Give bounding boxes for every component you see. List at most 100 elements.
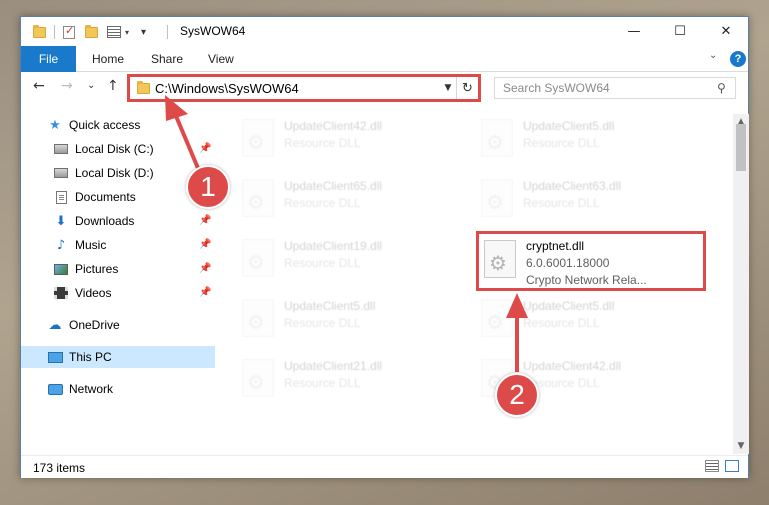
address-bar[interactable]: C:\Windows\SysWOW64 ▼ ↻ (127, 74, 481, 102)
step-2-badge: 2 (495, 373, 539, 417)
recent-locations-button[interactable]: ⌄ (87, 80, 95, 91)
pin-icon[interactable]: 📌 (199, 215, 211, 226)
properties-check-icon[interactable] (63, 24, 75, 40)
sidebar-item-documents[interactable]: Documents (53, 186, 136, 208)
large-icons-view-icon[interactable] (725, 460, 739, 472)
file-type: Resource DLL (523, 196, 600, 210)
this-pc-icon (47, 350, 63, 364)
status-bar: 173 items (21, 455, 748, 478)
dll-file-icon (484, 240, 516, 278)
sidebar-item-quick-access[interactable]: ★ Quick access (47, 114, 140, 136)
ribbon-tabs: File Home Share View ⌄ ? (21, 46, 748, 72)
refresh-button[interactable]: ↻ (456, 77, 478, 99)
sidebar-item-pictures[interactable]: Pictures (53, 258, 118, 280)
customize-toolbar-chevron-icon[interactable]: ▾ (125, 24, 129, 40)
sidebar-item-label: Documents (75, 190, 136, 204)
file-item[interactable]: UpdateClient19.dll Resource DLL (237, 234, 467, 284)
sidebar-item-label: OneDrive (69, 318, 120, 332)
search-box[interactable]: ⚲ (494, 77, 736, 99)
file-name: UpdateClient42.dll (523, 359, 622, 373)
file-type: Resource DLL (284, 196, 361, 210)
search-input[interactable] (503, 81, 717, 95)
sidebar-item-music[interactable]: ♪ Music (53, 234, 107, 256)
pin-icon[interactable]: 📌 (199, 263, 211, 274)
sidebar-item-local-disk-c[interactable]: Local Disk (C:) (53, 138, 215, 160)
file-name: UpdateClient21.dll (284, 359, 383, 373)
expand-ribbon-chevron-icon[interactable]: ⌄ (709, 50, 717, 61)
file-type: Resource DLL (284, 136, 361, 150)
back-button[interactable]: ← (33, 78, 45, 94)
navigation-pane: ★ Quick access Local Disk (C:) 📌 Local D… (21, 114, 215, 454)
file-name: UpdateClient42.dll (284, 119, 383, 133)
file-item[interactable]: UpdateClient5.dll Resource DLL (476, 114, 706, 164)
maximize-button[interactable]: ☐ (657, 17, 703, 46)
sidebar-item-label: Quick access (69, 118, 141, 132)
file-item[interactable]: UpdateClient63.dll Resource DLL (476, 174, 706, 224)
scrollbar-thumb[interactable] (736, 124, 746, 171)
pin-icon[interactable]: 📌 (199, 239, 211, 250)
sidebar-item-downloads[interactable]: ⬇ Downloads (53, 210, 135, 232)
pin-icon[interactable]: 📌 (199, 143, 211, 154)
help-icon[interactable]: ? (730, 51, 746, 67)
network-icon (47, 382, 63, 396)
window-title: SysWOW64 (180, 24, 246, 38)
sidebar-item-this-pc[interactable]: This PC (21, 346, 215, 368)
file-list: UpdateClient42.dll Resource DLL UpdateCli… (216, 114, 732, 454)
dll-file-icon (481, 119, 513, 157)
dll-file-icon (481, 299, 513, 337)
details-view-icon[interactable] (705, 460, 719, 472)
sidebar-item-label: Network (69, 382, 114, 396)
music-icon: ♪ (56, 237, 66, 253)
onedrive-icon: ☁ (48, 317, 62, 333)
file-item[interactable]: UpdateClient21.dll Resource DLL (237, 354, 467, 404)
sidebar-item-onedrive[interactable]: ☁ OneDrive (47, 314, 120, 336)
sidebar-item-label: This PC (69, 350, 112, 364)
close-button[interactable]: ✕ (703, 17, 749, 46)
file-name: UpdateClient65.dll (284, 179, 383, 193)
file-item-cryptnet[interactable]: cryptnet.dll 6.0.6001.18000 Crypto Netwo… (476, 231, 706, 291)
quick-access-separator (54, 24, 55, 40)
new-folder-icon[interactable] (85, 24, 98, 40)
file-explorer-window: ▾ ▾ SysWOW64 — ☐ ✕ File Home Share View … (20, 16, 749, 478)
dll-file-icon (481, 179, 513, 217)
address-path[interactable]: C:\Windows\SysWOW64 (155, 81, 440, 96)
drive-icon (53, 142, 69, 156)
file-name: UpdateClient5.dll (523, 119, 615, 133)
file-type: Resource DLL (284, 376, 361, 390)
tab-view[interactable]: View (208, 46, 234, 72)
file-item[interactable]: UpdateClient5.dll Resource DLL (237, 294, 467, 344)
sidebar-item-videos[interactable]: Videos (53, 282, 111, 304)
address-history-dropdown-icon[interactable]: ▼ (440, 83, 456, 93)
sidebar-item-local-disk-d[interactable]: Local Disk (D:) (53, 162, 154, 184)
pin-icon[interactable]: 📌 (199, 287, 211, 298)
sidebar-item-network[interactable]: Network (47, 378, 113, 400)
scroll-down-arrow-icon[interactable]: ▼ (733, 438, 749, 454)
up-button[interactable]: ↑ (107, 78, 119, 94)
file-item[interactable]: UpdateClient5.dll Resource DLL (476, 294, 706, 344)
item-count: 173 items (33, 461, 86, 475)
pictures-icon (53, 262, 69, 276)
drive-icon (53, 166, 69, 180)
tab-file[interactable]: File (21, 46, 76, 72)
sidebar-item-label: Local Disk (C:) (75, 142, 154, 156)
file-item[interactable]: UpdateClient65.dll Resource DLL (237, 174, 467, 224)
file-version: 6.0.6001.18000 (526, 256, 610, 270)
step-1-badge: 1 (186, 165, 230, 209)
navigation-bar: ← → ⌄ ↑ C:\Windows\SysWOW64 ▼ ↻ ⚲ (21, 72, 748, 106)
file-type: Resource DLL (284, 256, 361, 270)
forward-button[interactable]: → (61, 78, 73, 94)
tab-home[interactable]: Home (92, 46, 124, 72)
sidebar-item-label: Downloads (75, 214, 135, 228)
search-icon[interactable]: ⚲ (717, 81, 735, 95)
title-bar: ▾ ▾ SysWOW64 — ☐ ✕ (21, 17, 748, 46)
quick-access-dropdown-icon[interactable]: ▾ (141, 24, 146, 40)
documents-icon (53, 190, 69, 204)
file-name: cryptnet.dll (526, 239, 585, 253)
file-name: UpdateClient19.dll (284, 239, 383, 253)
vertical-scrollbar[interactable]: ▲ ▼ (733, 114, 749, 454)
properties-icon[interactable] (107, 24, 121, 40)
tab-share[interactable]: Share (151, 46, 183, 72)
minimize-button[interactable]: — (611, 17, 657, 46)
file-item[interactable]: UpdateClient42.dll Resource DLL (237, 114, 467, 164)
address-folder-icon (137, 80, 150, 94)
